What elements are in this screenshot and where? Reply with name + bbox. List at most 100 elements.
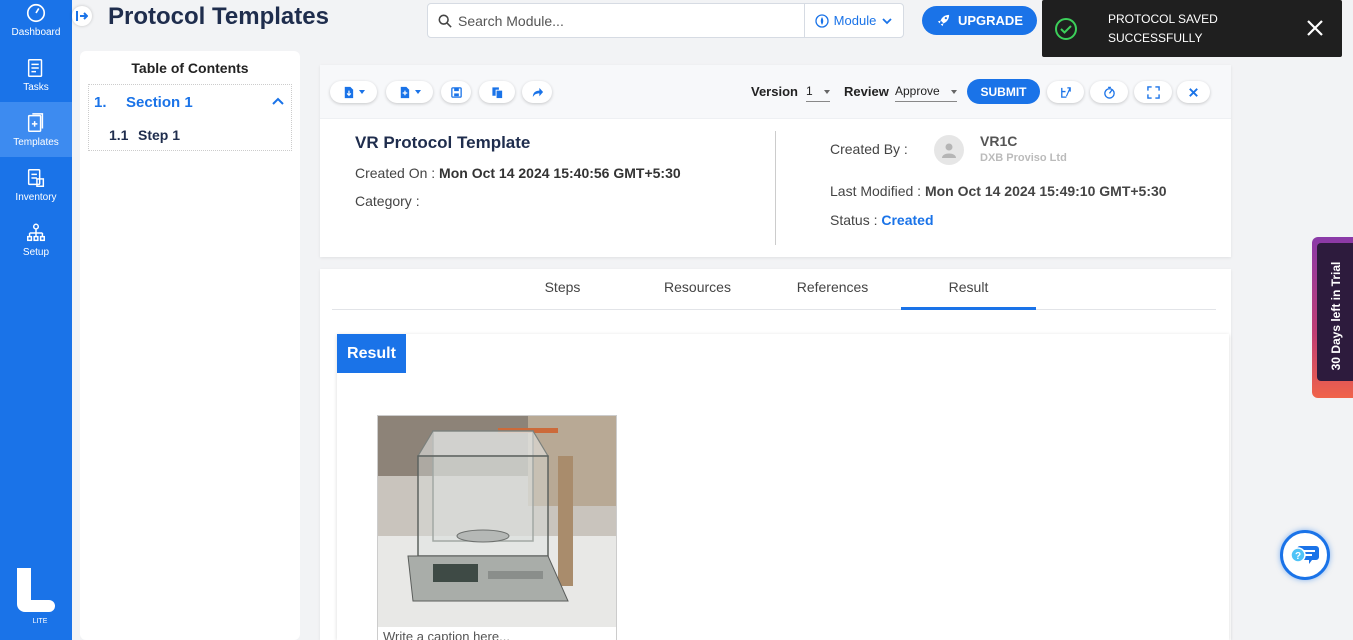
last-modified-row: Last Modified : Mon Oct 14 2024 15:49:10… — [830, 183, 1167, 199]
setup-icon — [27, 223, 45, 241]
nav-tasks[interactable]: Tasks — [0, 47, 72, 102]
user-name: VR1C — [980, 133, 1018, 149]
toc-section-label: Section 1 — [126, 93, 193, 111]
nav-setup-label: Setup — [22, 246, 50, 258]
logo-text: LITE — [33, 618, 48, 625]
nav-templates-label: Templates — [13, 136, 59, 148]
result-image[interactable]: Write a caption here... — [377, 415, 617, 640]
module-dropdown[interactable]: Module — [804, 4, 903, 37]
module-icon — [815, 13, 829, 28]
close-button[interactable] — [1177, 81, 1210, 103]
review-label: Review — [844, 84, 889, 99]
nav-dashboard[interactable]: Dashboard — [0, 0, 72, 47]
add-file-button[interactable] — [386, 81, 433, 103]
caret-down-icon — [415, 90, 421, 94]
toc-list: 1. Section 1 1.1 Step 1 — [88, 84, 292, 151]
stopwatch-icon — [1103, 86, 1115, 99]
chevron-down-icon — [882, 17, 892, 24]
expand-icon — [1146, 85, 1160, 99]
toc-step-1-1[interactable]: 1.1 Step 1 — [89, 119, 291, 150]
tab-references[interactable]: References — [765, 269, 900, 310]
result-heading: Result — [337, 334, 406, 373]
toc-title: Table of Contents — [131, 60, 249, 76]
toc-section-number: 1. — [94, 93, 107, 111]
status-row: Status : Created — [830, 212, 934, 228]
app-logo: LITE — [14, 565, 58, 625]
user-org: DXB Proviso Ltd — [980, 152, 1067, 164]
category-label: Category : — [355, 193, 420, 209]
module-label: Module — [833, 13, 877, 28]
info-divider — [775, 131, 776, 245]
status-value: Created — [881, 212, 934, 228]
save-icon — [450, 86, 462, 98]
nav-inventory[interactable]: Inventory — [0, 157, 72, 212]
submit-button[interactable]: SUBMIT — [967, 79, 1040, 104]
save-button[interactable] — [441, 81, 471, 103]
help-chat-button[interactable]: ? — [1280, 530, 1330, 580]
dropdown-arrow-icon — [824, 90, 830, 94]
history-button[interactable] — [1047, 81, 1084, 103]
search-bar[interactable]: Module — [427, 3, 904, 38]
sidebar-collapse-button[interactable] — [72, 6, 92, 26]
toc-section-1[interactable]: 1. Section 1 — [89, 85, 291, 119]
download-button[interactable] — [330, 81, 377, 103]
protocol-info-right: Created By : VR1C DXB Proviso Ltd Last M… — [830, 133, 1167, 228]
search-icon — [438, 14, 452, 28]
timer-button[interactable] — [1090, 81, 1128, 103]
toc-step-number: 1.1 — [109, 126, 129, 143]
protocol-title: VR Protocol Template — [355, 133, 531, 152]
result-section: Result Write a caption here... — [337, 334, 1229, 640]
tab-resources[interactable]: Resources — [630, 269, 765, 310]
category-row: Category : — [355, 193, 681, 209]
nav-setup[interactable]: Setup — [0, 212, 72, 267]
file-download-icon — [344, 86, 354, 98]
trial-label: 30 Days left in Trial — [1329, 261, 1343, 371]
review-select[interactable]: Approve — [895, 80, 957, 102]
version-value: 1 — [806, 84, 813, 98]
version-label: Version — [751, 84, 798, 99]
gauge-icon — [26, 3, 46, 22]
templates-icon — [27, 112, 44, 132]
page-title: Protocol Templates — [108, 3, 329, 30]
upgrade-label: UPGRADE — [957, 13, 1023, 28]
nav-templates[interactable]: Templates — [0, 102, 72, 157]
caret-down-icon — [359, 90, 365, 94]
fullscreen-button[interactable] — [1134, 81, 1172, 103]
protocol-info-left: VR Protocol Template Created On : Mon Oc… — [355, 133, 681, 209]
tab-bar: Steps Resources References Result — [332, 269, 1216, 310]
dropdown-arrow-icon — [951, 90, 957, 94]
review-value: Approve — [895, 84, 940, 98]
nav-inventory-label: Inventory — [15, 191, 57, 203]
close-icon[interactable] — [1306, 19, 1324, 37]
file-add-icon — [400, 86, 410, 98]
nav-dashboard-label: Dashboard — [11, 26, 61, 38]
nav-tasks-label: Tasks — [23, 81, 49, 93]
image-caption[interactable]: Write a caption here... — [383, 629, 510, 640]
search-input[interactable] — [458, 12, 788, 29]
check-circle-icon — [1055, 17, 1077, 40]
protocol-content-panel: Steps Resources References Result Result — [320, 269, 1231, 640]
created-by-label: Created By : — [830, 141, 908, 157]
copy-button[interactable] — [479, 81, 515, 103]
created-on-label: Created On : — [355, 165, 436, 181]
version-select[interactable]: 1 — [806, 80, 830, 102]
user-icon — [942, 143, 956, 158]
toast-message: PROTOCOL SAVED SUCCESSFULLY — [1108, 11, 1218, 45]
chevron-up-icon[interactable] — [271, 94, 285, 108]
close-icon — [1189, 87, 1198, 97]
share-button[interactable] — [522, 81, 552, 103]
toolbar: Version 1 Review Approve SUBMIT — [320, 65, 1231, 119]
share-icon — [532, 87, 543, 97]
last-modified-label: Last Modified : — [830, 183, 922, 199]
tab-steps[interactable]: Steps — [495, 269, 630, 310]
sidebar: Dashboard Tasks Templates Inventory Setu… — [0, 0, 72, 640]
tab-result[interactable]: Result — [901, 269, 1036, 310]
created-on-value: Mon Oct 14 2024 15:40:56 GMT+5:30 — [439, 165, 681, 181]
chat-help-icon: ? — [1290, 546, 1319, 564]
last-modified-value: Mon Oct 14 2024 15:49:10 GMT+5:30 — [924, 183, 1167, 199]
copy-icon — [491, 86, 503, 99]
status-label: Status : — [830, 212, 878, 228]
collapse-arrow-icon — [76, 11, 88, 21]
svg-text:?: ? — [1295, 551, 1301, 562]
upgrade-button[interactable]: UPGRADE — [922, 6, 1037, 35]
